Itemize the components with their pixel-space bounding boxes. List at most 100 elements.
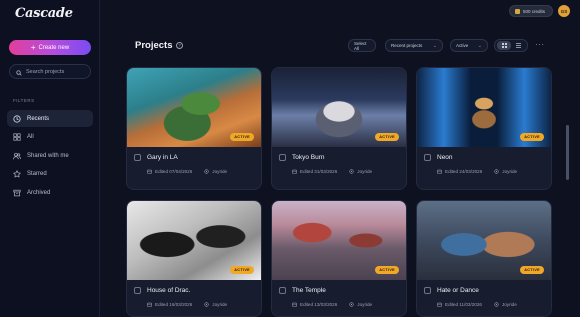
sidebar-item-all[interactable]: All — [7, 129, 93, 146]
select-checkbox[interactable] — [279, 287, 286, 294]
project-title: Hate or Dance — [437, 287, 479, 294]
calendar-icon — [147, 302, 152, 307]
sidebar: Cascade + Create new FILTERS Recents — [0, 0, 100, 317]
calendar-icon — [437, 302, 442, 307]
sidebar-item-label: Archived — [27, 189, 51, 196]
search-icon — [16, 63, 22, 81]
calendar-icon — [437, 169, 442, 174]
workspace-name: Joyride — [501, 302, 517, 307]
status-badge: ACTIVE — [375, 266, 399, 274]
list-view-button[interactable] — [511, 41, 525, 50]
project-card-hate-or-dance[interactable]: ACTIVE Hate or Dance Edited 11/03/2026 J… — [416, 200, 552, 317]
project-thumbnail: ACTIVE — [417, 201, 551, 280]
workspace-icon — [204, 169, 209, 174]
card-title-row: Neon — [424, 154, 453, 161]
project-thumbnail: ACTIVE — [417, 68, 551, 147]
clock-icon — [13, 114, 21, 123]
project-title: The Temple — [292, 287, 326, 294]
status-badge: ACTIVE — [230, 266, 254, 274]
view-toggle — [494, 39, 528, 52]
project-title: Gary in LA — [147, 154, 178, 161]
card-title-row: House of Drac. — [134, 287, 190, 294]
sidebar-nav: Recents All Shared with me Starred Archi… — [7, 110, 93, 203]
card-meta: Edited 24/03/2026 Joyride — [437, 169, 517, 174]
filters-heading: FILTERS — [13, 98, 35, 103]
brand-logo[interactable]: Cascade — [15, 6, 73, 21]
sidebar-item-starred[interactable]: Starred — [7, 166, 93, 183]
info-icon[interactable]: ? — [176, 42, 183, 49]
status-badge: ACTIVE — [230, 133, 254, 141]
workspace-name: Joyride — [357, 169, 373, 174]
workspace-icon — [494, 302, 499, 307]
card-meta: Edited 16/03/2026 Joyride — [147, 302, 227, 307]
grid-view-icon — [501, 43, 507, 48]
select-all-button[interactable]: Select All — [348, 39, 376, 52]
select-checkbox[interactable] — [424, 287, 431, 294]
card-meta: Edited 13/03/2026 Joyride — [292, 302, 372, 307]
edited-date: Edited 07/04/2026 — [155, 169, 193, 174]
workspace-icon — [349, 169, 354, 174]
coin-icon — [515, 8, 520, 14]
edited-date: Edited 11/03/2026 — [445, 302, 482, 307]
chevron-down-icon: ⌄ — [432, 42, 437, 49]
card-meta: Edited 31/03/2026 Joyride — [292, 169, 372, 174]
more-options-icon[interactable]: ··· — [535, 40, 545, 49]
project-thumbnail: ACTIVE — [127, 201, 261, 280]
status-badge: ACTIVE — [520, 133, 544, 141]
search-input[interactable] — [26, 68, 86, 75]
grid-view-button[interactable] — [497, 41, 511, 50]
project-card-tokyo-burn[interactable]: ACTIVE Tokyo Burn Edited 31/03/2026 Joyr… — [271, 67, 407, 190]
card-title-row: Tokyo Burn — [279, 154, 325, 161]
workspace-name: Joyride — [212, 302, 228, 307]
sort-value: Recent projects — [391, 43, 423, 48]
project-card-gary-in-la[interactable]: ACTIVE Gary in LA Edited 07/04/2026 Joyr… — [126, 67, 262, 190]
edited-date: Edited 16/03/2026 — [155, 302, 193, 307]
sidebar-item-archived[interactable]: Archived — [7, 184, 93, 201]
create-new-label: Create new — [38, 44, 70, 51]
credits-badge[interactable]: 500 credits — [509, 5, 553, 17]
calendar-icon — [292, 169, 297, 174]
card-title-row: Gary in LA — [134, 154, 178, 161]
workspace-icon — [494, 169, 499, 174]
sidebar-item-recents[interactable]: Recents — [7, 110, 93, 127]
select-checkbox[interactable] — [424, 154, 431, 161]
sidebar-item-label: All — [27, 134, 34, 140]
workspace-icon — [349, 302, 354, 307]
star-icon — [13, 170, 21, 178]
project-thumbnail: ACTIVE — [272, 201, 406, 280]
sidebar-item-shared[interactable]: Shared with me — [7, 147, 93, 164]
credits-label: 500 credits — [523, 8, 546, 14]
project-title: House of Drac. — [147, 287, 191, 294]
sidebar-item-label: Recents — [27, 115, 50, 122]
project-thumbnail: ACTIVE — [127, 68, 261, 147]
status-filter-dropdown[interactable]: Active ⌄ — [450, 39, 488, 52]
project-title: Neon — [437, 154, 453, 161]
search-box[interactable] — [9, 64, 91, 79]
workspace-name: Joyride — [212, 169, 228, 174]
card-title-row: Hate or Dance — [424, 287, 479, 294]
grid-icon — [13, 133, 21, 141]
page-title: Projects — [135, 40, 173, 51]
select-checkbox[interactable] — [134, 287, 141, 294]
select-checkbox[interactable] — [279, 154, 286, 161]
avatar[interactable]: GS — [558, 5, 570, 17]
project-title: Tokyo Burn — [292, 154, 325, 161]
chevron-down-icon: ⌄ — [477, 42, 482, 49]
edited-date: Edited 31/03/2026 — [300, 169, 338, 174]
card-meta: Edited 07/04/2026 Joyride — [147, 169, 227, 174]
project-card-neon[interactable]: ACTIVE Neon Edited 24/03/2026 Joyride — [416, 67, 552, 190]
project-card-the-temple[interactable]: ACTIVE The Temple Edited 13/03/2026 Joyr… — [271, 200, 407, 317]
plus-icon: + — [30, 42, 36, 52]
project-card-house-of-drac[interactable]: ACTIVE House of Drac. Edited 16/03/2026 … — [126, 200, 262, 317]
scrollbar-thumb[interactable] — [566, 125, 569, 180]
select-checkbox[interactable] — [134, 154, 141, 161]
list-view-icon — [515, 43, 521, 48]
project-thumbnail: ACTIVE — [272, 68, 406, 147]
calendar-icon — [147, 169, 152, 174]
card-meta: Edited 11/03/2026 Joyride — [437, 302, 517, 307]
status-badge: ACTIVE — [520, 266, 544, 274]
app-root: Cascade + Create new FILTERS Recents — [0, 0, 580, 317]
create-new-button[interactable]: + Create new — [9, 40, 91, 55]
status-value: Active — [456, 43, 469, 48]
sort-dropdown[interactable]: Recent projects ⌄ — [385, 39, 443, 52]
